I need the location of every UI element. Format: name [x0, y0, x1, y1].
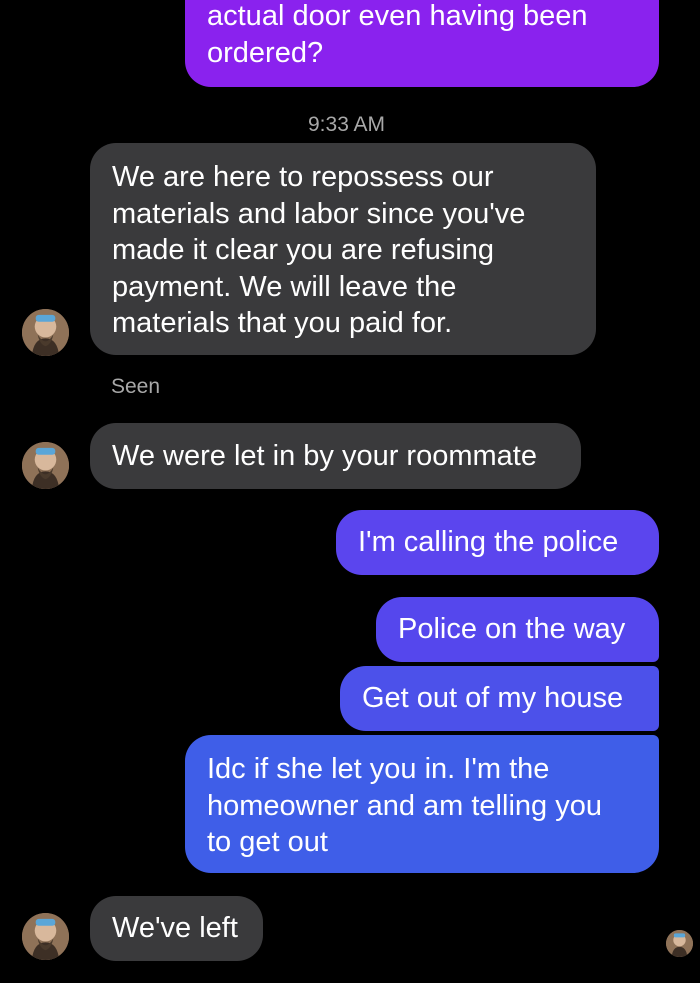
outgoing-message-bubble[interactable]: I'm calling the police — [336, 510, 659, 575]
message-timestamp: 9:33 AM — [308, 113, 386, 136]
read-receipt-avatar-icon — [666, 930, 693, 957]
incoming-message-bubble[interactable]: We are here to repossess our materials a… — [90, 143, 596, 355]
message-text-line: We are here to repossess our — [112, 161, 494, 193]
message-text: We were let in by your roommate — [112, 440, 537, 472]
message-text: Police on the way — [398, 613, 626, 645]
user-avatar-icon — [22, 309, 69, 356]
message-text-line: to get out — [207, 826, 328, 858]
message-thread[interactable]: actual door even having been ordered? 9:… — [0, 0, 700, 983]
incoming-message-bubble[interactable]: We've left — [90, 896, 263, 961]
seen-indicator: Seen — [111, 375, 161, 398]
user-avatar-icon — [666, 930, 693, 957]
user-avatar-icon — [22, 913, 69, 960]
message-text-line: payment. We will leave the — [112, 270, 457, 303]
message-text: Get out of my house — [362, 682, 624, 714]
message-text-line: Idc if she let you in. I'm the — [207, 753, 550, 785]
message-text-line: materials that you paid for. — [112, 307, 453, 339]
message-text: I'm calling the police — [358, 526, 619, 558]
contact-avatar-icon[interactable] — [22, 442, 69, 489]
message-text-line: actual door even having been — [207, 0, 588, 32]
contact-avatar-icon[interactable] — [22, 309, 69, 356]
user-avatar-icon — [22, 442, 69, 489]
message-text-line: made it clear you are refusing — [112, 234, 495, 266]
outgoing-message-bubble[interactable]: Idc if she let you in. I'm the homeowner… — [185, 735, 659, 873]
outgoing-message-bubble[interactable]: Police on the way — [376, 597, 659, 662]
outgoing-message-bubble[interactable]: actual door even having been ordered? — [185, 0, 659, 87]
message-text: We've left — [112, 912, 238, 944]
incoming-message-bubble[interactable]: We were let in by your roommate — [90, 423, 581, 489]
message-text-line: materials and labor since you've — [112, 197, 526, 230]
message-text-line: ordered? — [207, 36, 324, 69]
contact-avatar-icon[interactable] — [22, 913, 69, 960]
outgoing-message-bubble[interactable]: Get out of my house — [340, 666, 659, 731]
message-text-line: homeowner and am telling you — [207, 789, 602, 822]
